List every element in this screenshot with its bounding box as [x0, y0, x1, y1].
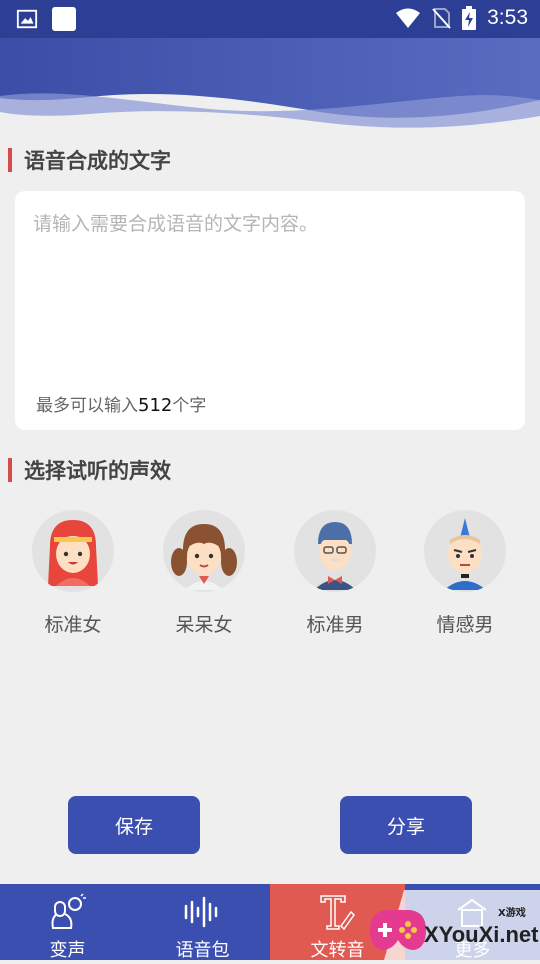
nav-item-voice-change[interactable]: 变声 [0, 884, 135, 961]
char-limit-prefix: 最多可以输入 [36, 396, 138, 416]
voice-label: 情感男 [436, 614, 494, 636]
status-bar: 3:53 [0, 0, 540, 38]
status-time: 3:53 [487, 6, 528, 29]
site-watermark: X游戏 XYouXi.net [364, 890, 540, 960]
voice-options: 标准女 呆呆女 标准男 情感男 [0, 510, 540, 650]
voice-section-title: 选择试听的声效 [8, 457, 171, 483]
synthesis-text-input[interactable] [31, 207, 505, 361]
voice-option-standard-female[interactable]: 标准女 [18, 510, 128, 637]
voice-option-emotional-male[interactable]: 情感男 [410, 510, 520, 637]
nav-item-voice-pack[interactable]: 语音包 [135, 884, 270, 961]
voice-label: 标准女 [44, 614, 102, 636]
char-limit-hint: 最多可以输入512个字 [36, 391, 206, 416]
mohawk-man-avatar-icon [424, 510, 506, 592]
voice-change-icon [51, 893, 86, 929]
voice-option-dumb-female[interactable]: 呆呆女 [149, 510, 259, 637]
image-icon [16, 9, 38, 29]
voice-label: 标准男 [306, 614, 364, 636]
voice-section-title-label: 选择试听的声效 [24, 459, 171, 483]
nav-label: 变声 [49, 940, 86, 961]
no-sim-icon [432, 8, 451, 29]
battery-charging-icon [462, 6, 477, 30]
nav-label: 语音包 [175, 940, 230, 961]
voice-label: 呆呆女 [175, 614, 233, 636]
watermark-text: XYouXi.net [424, 922, 539, 947]
text-section-title-label: 语音合成的文字 [24, 149, 171, 173]
bowtie-man-avatar-icon [294, 510, 376, 592]
app-square-icon [52, 7, 76, 31]
watermark-small-text: X游戏 [498, 908, 526, 919]
char-limit-number: 512 [138, 395, 173, 416]
red-hair-woman-avatar-icon [32, 510, 114, 592]
text-input-card: 最多可以输入512个字 [15, 191, 525, 430]
pigtail-girl-avatar-icon [163, 510, 245, 592]
text-section-title: 语音合成的文字 [8, 147, 171, 173]
share-button[interactable]: 分享 [340, 796, 472, 854]
section-marker [8, 148, 12, 172]
wifi-icon [396, 8, 421, 28]
header-wave [0, 38, 540, 134]
save-button[interactable]: 保存 [68, 796, 200, 854]
soundwave-icon [184, 896, 218, 928]
section-marker [8, 458, 12, 482]
voice-option-standard-male[interactable]: 标准男 [280, 510, 390, 637]
char-limit-suffix: 个字 [172, 396, 207, 416]
text-to-speech-icon [320, 895, 355, 931]
